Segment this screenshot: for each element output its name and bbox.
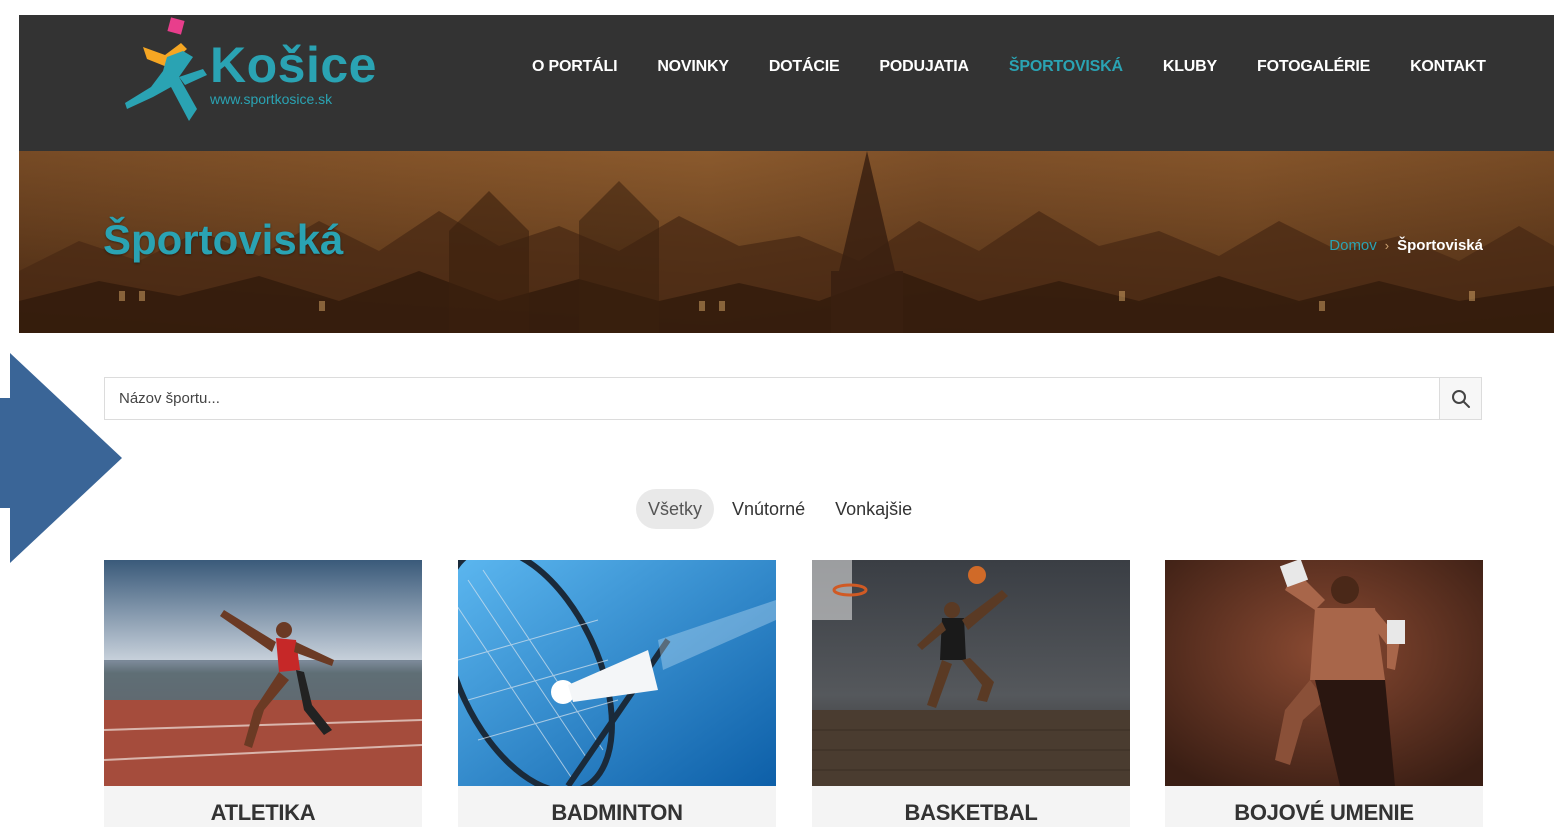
- basketball-image: [812, 560, 1130, 786]
- page-title: Športoviská: [103, 216, 344, 263]
- nav-item-sportoviska[interactable]: ŠPORTOVISKÁ: [1009, 57, 1123, 77]
- search-button[interactable]: [1439, 378, 1481, 419]
- filter-outdoor[interactable]: Vonkajšie: [823, 489, 924, 529]
- page-banner: Športoviská Domov › Športoviská: [19, 151, 1554, 333]
- breadcrumb: Domov › Športoviská: [1329, 237, 1483, 254]
- nav-item-kluby[interactable]: KLUBY: [1163, 57, 1217, 77]
- site-logo[interactable]: Košice www.sportkosice.sk: [123, 17, 376, 125]
- site-header: Košice www.sportkosice.sk O PORTÁLI NOVI…: [19, 15, 1554, 151]
- sport-card-title: ATLETIKA: [104, 786, 422, 827]
- nav-item-o-portali[interactable]: O PORTÁLI: [532, 57, 618, 77]
- sport-card-atletika[interactable]: ATLETIKA: [104, 560, 422, 827]
- sport-card-bojove-umenie[interactable]: BOJOVÉ UMENIE: [1165, 560, 1483, 827]
- search-icon: [1451, 389, 1470, 408]
- sport-card-title: BOJOVÉ UMENIE: [1165, 786, 1483, 827]
- martial-arts-image: [1165, 560, 1483, 786]
- nav-item-podujatia[interactable]: PODUJATIA: [879, 57, 969, 77]
- logo-brand-text: Košice: [210, 37, 377, 93]
- filter-tabs: Všetky Vnútorné Vonkajšie: [636, 489, 930, 529]
- nav-item-kontakt[interactable]: KONTAKT: [1410, 57, 1486, 77]
- breadcrumb-home-link[interactable]: Domov: [1329, 237, 1377, 254]
- nav-item-fotogalerie[interactable]: FOTOGALÉRIE: [1257, 57, 1370, 77]
- filter-indoor[interactable]: Vnútorné: [720, 489, 817, 529]
- breadcrumb-current: Športoviská: [1397, 237, 1483, 254]
- logo-url-text: www.sportkosice.sk: [210, 91, 333, 107]
- sport-card-badminton[interactable]: BADMINTON: [458, 560, 776, 827]
- sprinter-image: [104, 560, 422, 786]
- main-navigation: O PORTÁLI NOVINKY DOTÁCIE PODUJATIA ŠPOR…: [532, 57, 1526, 77]
- nav-item-novinky[interactable]: NOVINKY: [657, 57, 729, 77]
- sport-card-title: BADMINTON: [458, 786, 776, 827]
- search-input[interactable]: [105, 378, 1441, 419]
- search-bar: [104, 377, 1482, 420]
- filter-all[interactable]: Všetky: [636, 489, 715, 529]
- badminton-image: [458, 560, 776, 786]
- sport-card-title: BASKETBAL: [812, 786, 1130, 827]
- nav-item-dotacie[interactable]: DOTÁCIE: [769, 57, 840, 77]
- breadcrumb-separator-icon: ›: [1384, 238, 1390, 253]
- sport-card-basketbal[interactable]: BASKETBAL: [812, 560, 1130, 827]
- runner-logo-icon: [125, 17, 207, 121]
